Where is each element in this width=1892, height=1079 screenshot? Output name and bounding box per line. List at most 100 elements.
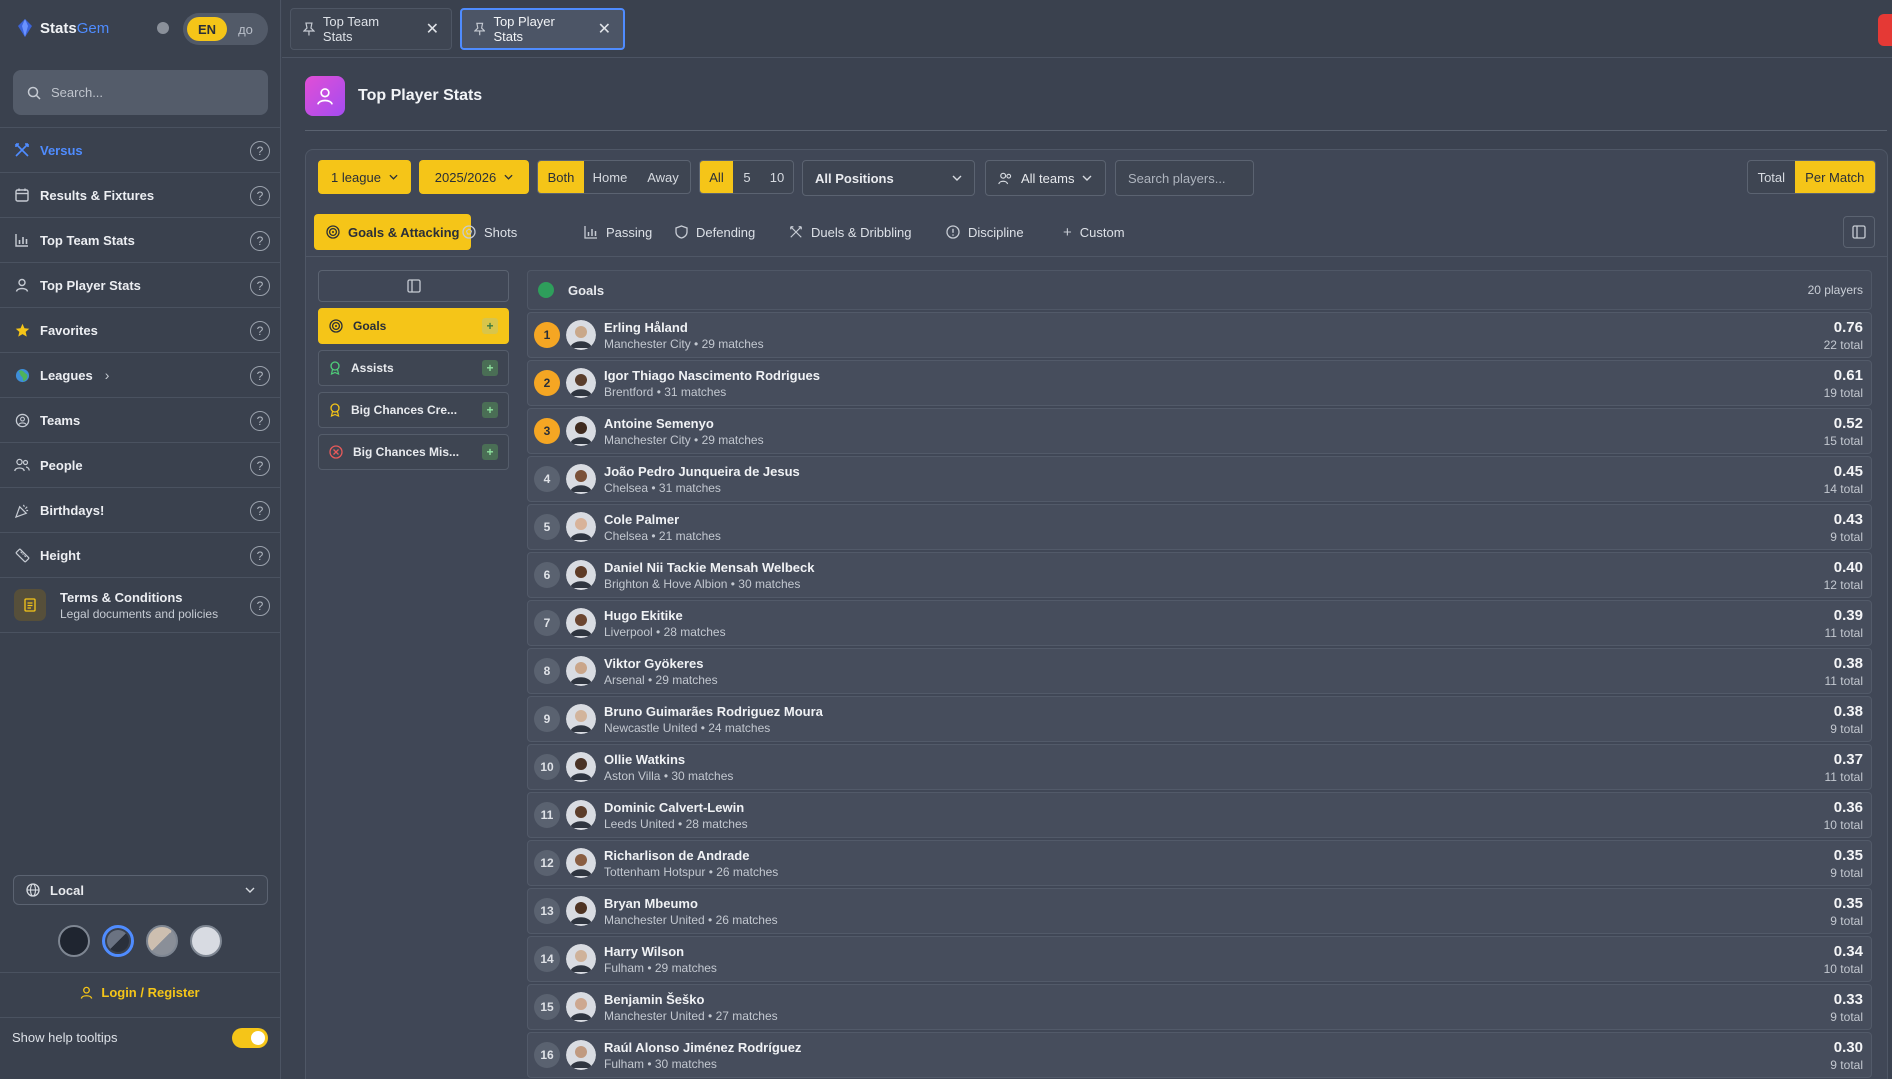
player-name[interactable]: Bruno Guimarães Rodriguez Moura: [604, 704, 1830, 719]
player-row[interactable]: 10 Ollie Watkins Aston Villa • 30 matches 0…: [527, 744, 1872, 790]
player-row[interactable]: 13 Bryan Mbeumo Manchester United • 26 mat…: [527, 888, 1872, 934]
venue-away[interactable]: Away: [636, 161, 690, 193]
stat-list-collapse-button[interactable]: [318, 270, 509, 302]
player-name[interactable]: Harry Wilson: [604, 944, 1824, 959]
close-icon[interactable]: ✕: [426, 19, 439, 39]
player-row[interactable]: 7 Hugo Ekitike Liverpool • 28 matches 0.39 1…: [527, 600, 1872, 646]
close-icon[interactable]: ✕: [598, 19, 611, 39]
player-name[interactable]: Ollie Watkins: [604, 752, 1825, 767]
tab-duels-dribbling[interactable]: Duels & Dribbling: [777, 214, 923, 250]
player-row[interactable]: 11 Dominic Calvert-Lewin Leeds United • 28…: [527, 792, 1872, 838]
teams-dropdown[interactable]: All teams: [985, 160, 1106, 196]
language-switch[interactable]: EN до: [183, 13, 268, 45]
sidebar-search[interactable]: [13, 70, 268, 115]
range-5[interactable]: 5: [733, 161, 761, 193]
player-row[interactable]: 3 Antoine Semenyo Manchester City • 29 mat…: [527, 408, 1872, 454]
theme-slate[interactable]: [102, 925, 134, 957]
theme-light[interactable]: [190, 925, 222, 957]
login-register-button[interactable]: Login / Register: [0, 972, 280, 1012]
player-row[interactable]: 9 Bruno Guimarães Rodriguez Moura Newcastl…: [527, 696, 1872, 742]
lang-alt-option[interactable]: до: [227, 22, 264, 37]
help-icon[interactable]: ?: [250, 411, 270, 431]
stat-assists[interactable]: Assists +: [318, 350, 509, 386]
venue-both[interactable]: Both: [538, 161, 584, 193]
locale-select[interactable]: Local: [13, 875, 268, 905]
sidebar-item-leagues[interactable]: Leagues › ?: [0, 352, 280, 397]
player-row[interactable]: 5 Cole Palmer Chelsea • 21 matches 0.43 9 to…: [527, 504, 1872, 550]
mode-per-match[interactable]: Per Match: [1794, 161, 1875, 193]
range-10[interactable]: 10: [761, 161, 793, 193]
positions-dropdown[interactable]: All Positions: [802, 160, 975, 196]
tab-goals-attacking[interactable]: Goals & Attacking: [314, 214, 472, 250]
tab-top-player-stats[interactable]: Top Player Stats ✕: [460, 8, 625, 50]
player-name[interactable]: Daniel Nii Tackie Mensah Welbeck: [604, 560, 1824, 575]
player-row[interactable]: 6 Daniel Nii Tackie Mensah Welbeck Brighto…: [527, 552, 1872, 598]
plus-icon[interactable]: +: [482, 444, 498, 460]
help-icon[interactable]: ?: [250, 141, 270, 161]
help-icon[interactable]: ?: [250, 231, 270, 251]
sidebar-item-results-fixtures[interactable]: Results & Fixtures ?: [0, 172, 280, 217]
sidebar-item-height[interactable]: Height ?: [0, 532, 280, 577]
panel-toggle-button[interactable]: [1843, 216, 1875, 248]
tab-shots[interactable]: Shots: [450, 214, 529, 250]
player-row[interactable]: 14 Harry Wilson Fulham • 29 matches 0.34 10 …: [527, 936, 1872, 982]
sidebar-item-teams[interactable]: Teams ?: [0, 397, 280, 442]
mode-total[interactable]: Total: [1748, 161, 1795, 193]
player-row[interactable]: 8 Viktor Gyökeres Arsenal • 29 matches 0.38…: [527, 648, 1872, 694]
player-search[interactable]: [1115, 160, 1254, 196]
league-dropdown[interactable]: 1 league: [318, 160, 411, 194]
player-search-input[interactable]: [1128, 170, 1248, 186]
tab-top-team-stats[interactable]: Top Team Stats ✕: [290, 8, 452, 50]
player-name[interactable]: Viktor Gyökeres: [604, 656, 1825, 671]
player-name[interactable]: Erling Håland: [604, 320, 1824, 335]
theme-dark[interactable]: [58, 925, 90, 957]
range-all[interactable]: All: [700, 161, 733, 193]
lang-en-option[interactable]: EN: [187, 17, 227, 41]
stat-big-chances-created[interactable]: Big Chances Cre... +: [318, 392, 509, 428]
plus-icon[interactable]: +: [482, 360, 498, 376]
tab-custom[interactable]: + Custom: [1051, 214, 1137, 250]
tab-passing[interactable]: Passing: [572, 214, 664, 250]
player-name[interactable]: Hugo Ekitike: [604, 608, 1825, 623]
player-name[interactable]: Igor Thiago Nascimento Rodrigues: [604, 368, 1824, 383]
player-name[interactable]: Antoine Semenyo: [604, 416, 1824, 431]
sidebar-item-top-player-stats[interactable]: Top Player Stats ?: [0, 262, 280, 307]
player-row[interactable]: 16 Raúl Alonso Jiménez Rodríguez Fulham • …: [527, 1032, 1872, 1078]
sidebar-item-versus[interactable]: Versus ?: [0, 127, 280, 172]
sidebar-item-birthdays[interactable]: Birthdays! ?: [0, 487, 280, 532]
player-row[interactable]: 15 Benjamin Šeško Manchester United • 27 m…: [527, 984, 1872, 1030]
player-name[interactable]: Bryan Mbeumo: [604, 896, 1830, 911]
player-row[interactable]: 4 João Pedro Junqueira de Jesus Chelsea • …: [527, 456, 1872, 502]
sidebar-item-top-team-stats[interactable]: Top Team Stats ?: [0, 217, 280, 262]
venue-home[interactable]: Home: [584, 161, 636, 193]
stat-goals[interactable]: Goals +: [318, 308, 509, 344]
sidebar-item-favorites[interactable]: Favorites ?: [0, 307, 280, 352]
help-icon[interactable]: ?: [250, 546, 270, 566]
player-row[interactable]: 2 Igor Thiago Nascimento Rodrigues Brentfo…: [527, 360, 1872, 406]
season-dropdown[interactable]: 2025/2026: [419, 160, 529, 194]
sidebar-item-terms[interactable]: Terms & Conditions Legal documents and p…: [0, 577, 280, 633]
player-name[interactable]: João Pedro Junqueira de Jesus: [604, 464, 1824, 479]
player-name[interactable]: Cole Palmer: [604, 512, 1830, 527]
help-icon[interactable]: ?: [250, 321, 270, 341]
help-icon[interactable]: ?: [250, 456, 270, 476]
sidebar-item-people[interactable]: People ?: [0, 442, 280, 487]
brand[interactable]: StatsGem: [18, 16, 109, 40]
player-row[interactable]: 1 Erling Håland Manchester City • 29 match…: [527, 312, 1872, 358]
help-tooltips-toggle[interactable]: [232, 1027, 268, 1048]
plus-icon[interactable]: +: [482, 318, 498, 334]
search-input[interactable]: [51, 85, 251, 100]
player-name[interactable]: Raúl Alonso Jiménez Rodríguez: [604, 1040, 1830, 1055]
help-icon[interactable]: ?: [250, 186, 270, 206]
close-all-button[interactable]: [1878, 14, 1892, 46]
tab-defending[interactable]: Defending: [663, 214, 767, 250]
plus-icon[interactable]: +: [482, 402, 498, 418]
player-name[interactable]: Benjamin Šeško: [604, 992, 1830, 1007]
help-icon[interactable]: ?: [250, 276, 270, 296]
player-name[interactable]: Dominic Calvert-Lewin: [604, 800, 1824, 815]
player-row[interactable]: 12 Richarlison de Andrade Tottenham Hotspu…: [527, 840, 1872, 886]
tab-discipline[interactable]: Discipline: [934, 214, 1036, 250]
help-icon[interactable]: ?: [250, 501, 270, 521]
help-icon[interactable]: ?: [250, 366, 270, 386]
stat-big-chances-missed[interactable]: Big Chances Mis... +: [318, 434, 509, 470]
